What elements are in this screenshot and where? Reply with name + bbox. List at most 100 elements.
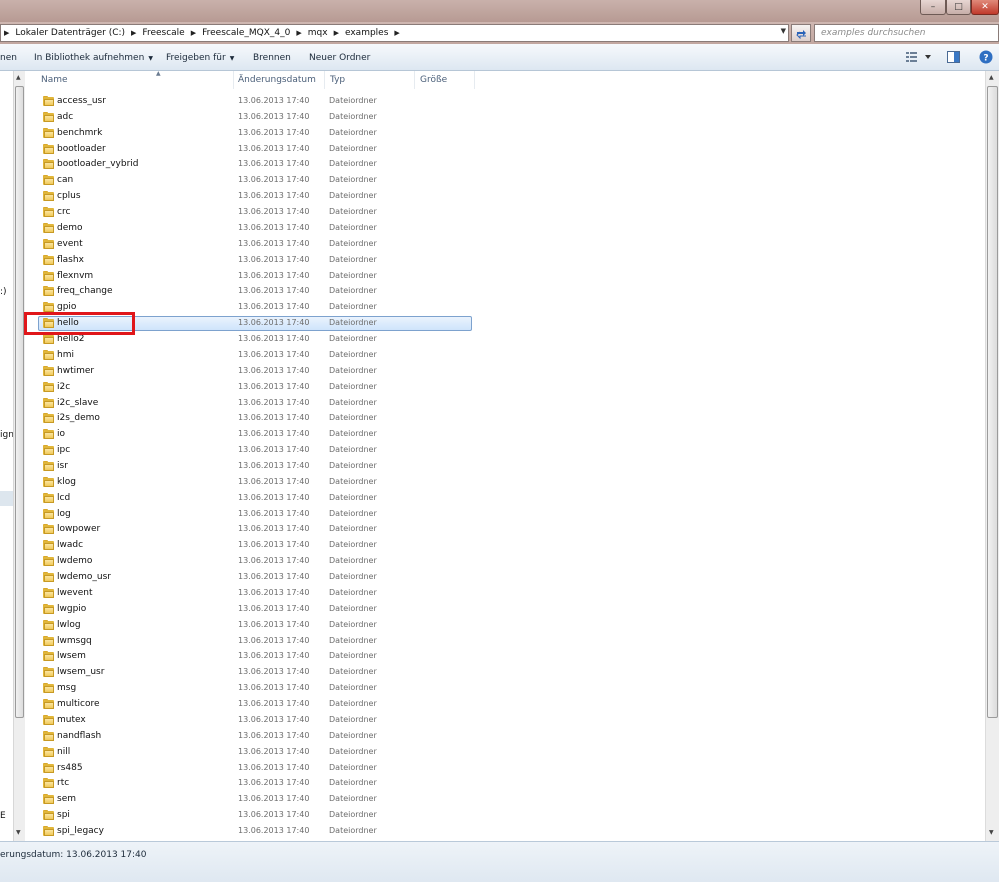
file-list-scrollbar[interactable]: ▲ ▼: [985, 71, 999, 841]
close-button[interactable]: ✕: [971, 0, 999, 15]
file-row[interactable]: hmi 13.06.2013 17:40 Dateiordner: [25, 348, 985, 363]
file-row[interactable]: lwgpio 13.06.2013 17:40 Dateiordner: [25, 602, 985, 617]
file-row[interactable]: bootloader_vybrid 13.06.2013 17:40 Dateior…: [25, 157, 985, 172]
navigation-pane[interactable]: :) ign E: [0, 71, 13, 841]
breadcrumb-arrow-icon[interactable]: ▶: [296, 29, 301, 37]
search-placeholder: examples durchsuchen: [821, 28, 926, 38]
breadcrumb-arrow-icon[interactable]: ▶: [334, 29, 339, 37]
nav-item-fragment[interactable]: :): [0, 287, 7, 297]
file-row[interactable]: spi 13.06.2013 17:40 Dateiordner: [25, 808, 985, 823]
breadcrumb-item[interactable]: examples ▶: [345, 28, 406, 38]
file-row[interactable]: klog 13.06.2013 17:40 Dateiordner: [25, 475, 985, 490]
scrollbar-thumb[interactable]: [15, 86, 24, 718]
nav-selected-item[interactable]: [0, 491, 13, 506]
column-header-name[interactable]: Name: [41, 75, 68, 85]
file-row[interactable]: access_usr 13.06.2013 17:40 Dateiordner: [25, 94, 985, 109]
column-divider[interactable]: [414, 71, 415, 89]
file-row[interactable]: i2s_demo 13.06.2013 17:40 Dateiordner: [25, 411, 985, 426]
file-row[interactable]: i2c 13.06.2013 17:40 Dateiordner: [25, 380, 985, 395]
file-row[interactable]: ipc 13.06.2013 17:40 Dateiordner: [25, 443, 985, 458]
file-row[interactable]: hwtimer 13.06.2013 17:40 Dateiordner: [25, 364, 985, 379]
file-row[interactable]: log 13.06.2013 17:40 Dateiordner: [25, 507, 985, 522]
column-divider[interactable]: [474, 71, 475, 89]
breadcrumb-arrow-icon[interactable]: ▶: [394, 29, 399, 37]
refresh-button[interactable]: [791, 24, 811, 42]
file-row[interactable]: flexnvm 13.06.2013 17:40 Dateiordner: [25, 269, 985, 284]
file-row[interactable]: benchmrk 13.06.2013 17:40 Dateiordner: [25, 126, 985, 141]
file-row[interactable]: lwevent 13.06.2013 17:40 Dateiordner: [25, 586, 985, 601]
file-row[interactable]: bootloader 13.06.2013 17:40 Dateiordner: [25, 142, 985, 157]
new-folder-button[interactable]: Neuer Ordner: [309, 53, 370, 63]
file-row[interactable]: lwdemo_usr 13.06.2013 17:40 Dateiordner: [25, 570, 985, 585]
search-input[interactable]: examples durchsuchen: [814, 24, 999, 42]
file-row[interactable]: lwadc 13.06.2013 17:40 Dateiordner: [25, 538, 985, 553]
file-row[interactable]: mutex 13.06.2013 17:40 Dateiordner: [25, 713, 985, 728]
file-row[interactable]: isr 13.06.2013 17:40 Dateiordner: [25, 459, 985, 474]
breadcrumb-item[interactable]: Freescale ▶: [142, 28, 202, 38]
column-header-type[interactable]: Typ: [330, 75, 345, 85]
nav-item-fragment[interactable]: E: [0, 811, 6, 821]
file-row[interactable]: lcd 13.06.2013 17:40 Dateiordner: [25, 491, 985, 506]
folder-icon: [43, 556, 54, 566]
file-row[interactable]: demo 13.06.2013 17:40 Dateiordner: [25, 221, 985, 236]
file-row[interactable]: event 13.06.2013 17:40 Dateiordner: [25, 237, 985, 252]
breadcrumb-item[interactable]: mqx ▶: [308, 28, 345, 38]
breadcrumb-item[interactable]: Lokaler Datenträger (C:) ▶: [15, 28, 142, 38]
scroll-down-arrow-icon[interactable]: ▼: [989, 829, 994, 836]
address-history-dropdown-icon[interactable]: ▼: [781, 27, 786, 35]
file-modified-date: 13.06.2013 17:40: [238, 429, 310, 438]
file-type: Dateiordner: [329, 366, 377, 375]
file-row[interactable]: lowpower 13.06.2013 17:40 Dateiordner: [25, 522, 985, 537]
file-row[interactable]: can 13.06.2013 17:40 Dateiordner: [25, 173, 985, 188]
minimize-button[interactable]: –: [920, 0, 946, 15]
file-row[interactable]: lwdemo 13.06.2013 17:40 Dateiordner: [25, 554, 985, 569]
file-row[interactable]: flashx 13.06.2013 17:40 Dateiordner: [25, 253, 985, 268]
file-name: can: [57, 175, 74, 185]
file-row[interactable]: msg 13.06.2013 17:40 Dateiordner: [25, 681, 985, 696]
preview-pane-button[interactable]: [947, 51, 960, 66]
file-row[interactable]: sem 13.06.2013 17:40 Dateiordner: [25, 792, 985, 807]
file-row[interactable]: lwsem_usr 13.06.2013 17:40 Dateiordner: [25, 665, 985, 680]
file-row[interactable]: lwlog 13.06.2013 17:40 Dateiordner: [25, 618, 985, 633]
file-row[interactable]: cplus 13.06.2013 17:40 Dateiordner: [25, 189, 985, 204]
scroll-up-arrow-icon[interactable]: ▲: [16, 74, 21, 81]
column-header-size[interactable]: Größe: [420, 75, 447, 85]
file-row[interactable]: lwsem 13.06.2013 17:40 Dateiordner: [25, 649, 985, 664]
file-row[interactable]: rs485 13.06.2013 17:40 Dateiordner: [25, 761, 985, 776]
file-row[interactable]: adc 13.06.2013 17:40 Dateiordner: [25, 110, 985, 125]
navigation-scrollbar[interactable]: ▲ ▼: [13, 71, 25, 841]
file-row[interactable]: rtc 13.06.2013 17:40 Dateiordner: [25, 776, 985, 791]
file-row[interactable]: i2c_slave 13.06.2013 17:40 Dateiordner: [25, 396, 985, 411]
change-view-button[interactable]: [906, 51, 936, 66]
file-row[interactable]: hello 13.06.2013 17:40 Dateiordner: [25, 316, 985, 331]
file-row[interactable]: multicore 13.06.2013 17:40 Dateiordner: [25, 697, 985, 712]
help-button[interactable]: ?: [979, 50, 993, 67]
column-header-date[interactable]: Änderungsdatum: [238, 75, 316, 85]
scrollbar-thumb[interactable]: [987, 86, 998, 718]
breadcrumb-arrow-icon[interactable]: ▶: [1, 29, 15, 37]
file-row[interactable]: nandflash 13.06.2013 17:40 Dateiordner: [25, 729, 985, 744]
file-row[interactable]: io 13.06.2013 17:40 Dateiordner: [25, 427, 985, 442]
include-in-library-button[interactable]: In Bibliothek aufnehmen ▼: [34, 53, 153, 63]
maximize-button[interactable]: □: [946, 0, 971, 15]
file-row[interactable]: nill 13.06.2013 17:40 Dateiordner: [25, 745, 985, 760]
burn-button[interactable]: Brennen: [253, 53, 291, 63]
column-divider[interactable]: [233, 71, 234, 89]
share-with-button[interactable]: Freigeben für ▼: [166, 53, 234, 63]
breadcrumb-item[interactable]: Freescale_MQX_4_0 ▶: [202, 28, 308, 38]
breadcrumb-arrow-icon[interactable]: ▶: [191, 29, 196, 37]
scroll-up-arrow-icon[interactable]: ▲: [989, 74, 994, 81]
nav-item-fragment[interactable]: ign: [0, 430, 13, 440]
file-row[interactable]: freq_change 13.06.2013 17:40 Dateiordner: [25, 284, 985, 299]
file-row[interactable]: spi_legacy 13.06.2013 17:40 Dateiordner: [25, 824, 985, 839]
organize-button[interactable]: nen: [0, 53, 17, 63]
file-name: i2c_slave: [57, 398, 99, 408]
address-bar[interactable]: ▶ Lokaler Datenträger (C:) ▶ Freescale ▶ F…: [0, 24, 789, 42]
file-row[interactable]: lwmsgq 13.06.2013 17:40 Dateiordner: [25, 634, 985, 649]
column-divider[interactable]: [324, 71, 325, 89]
breadcrumb-arrow-icon[interactable]: ▶: [131, 29, 136, 37]
file-row[interactable]: gpio 13.06.2013 17:40 Dateiordner: [25, 300, 985, 315]
file-row[interactable]: hello2 13.06.2013 17:40 Dateiordner: [25, 332, 985, 347]
scroll-down-arrow-icon[interactable]: ▼: [16, 829, 21, 836]
file-row[interactable]: crc 13.06.2013 17:40 Dateiordner: [25, 205, 985, 220]
